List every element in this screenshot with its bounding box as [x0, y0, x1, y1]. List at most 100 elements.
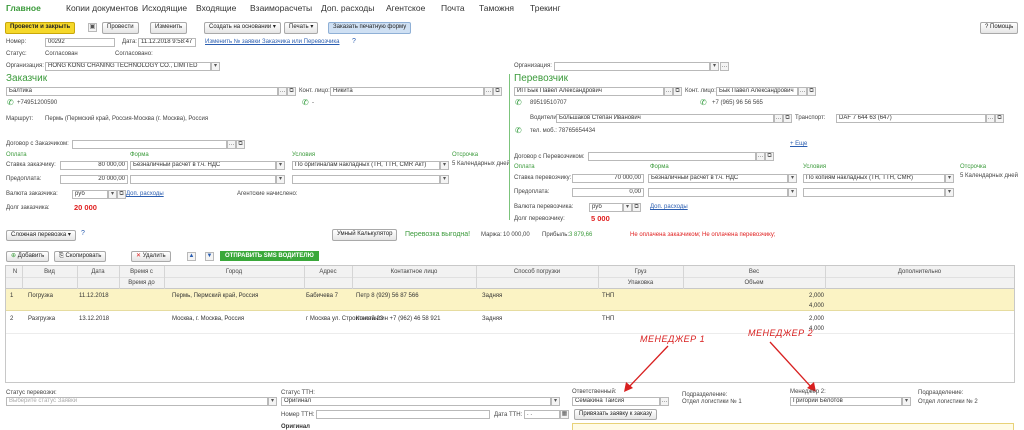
responsible-select[interactable]: …	[660, 397, 669, 406]
carrier-extra-link[interactable]: Доп. расходы	[650, 204, 688, 210]
col-time-to[interactable]: Время до	[119, 280, 164, 286]
customer-form2-field[interactable]	[130, 175, 276, 184]
help-button[interactable]: ? Помощь	[980, 22, 1019, 34]
customer-contract-field[interactable]	[72, 140, 227, 149]
move-down-icon[interactable]: ▼	[205, 252, 214, 261]
col-volume[interactable]: Объем	[683, 280, 825, 286]
ttn-number-field[interactable]	[316, 410, 490, 419]
carrier-form2-dropdown[interactable]: ▾	[788, 188, 797, 197]
col-time-from[interactable]: Время с	[119, 269, 164, 275]
bind-order-button[interactable]: Привязать заявку к заказу	[574, 409, 657, 420]
col-weight[interactable]: Вес	[683, 269, 825, 275]
menu-outgoing[interactable]: Исходящие	[142, 3, 187, 13]
customer-contact-field[interactable]: Никита	[330, 87, 484, 96]
carrier-cond2-dropdown[interactable]: ▾	[945, 188, 954, 197]
complex-help-icon[interactable]: ?	[81, 230, 85, 237]
carrier-contact-field[interactable]: Бык Павел Александрович	[716, 87, 798, 96]
menu-copies[interactable]: Копии документов	[66, 3, 138, 13]
manager2-field[interactable]: Григорий Белотов	[790, 397, 902, 406]
more-drivers-link[interactable]: + Еще	[790, 141, 807, 147]
carrier-contract-select[interactable]: …	[756, 152, 765, 161]
col-pack[interactable]: Упаковка	[598, 280, 683, 286]
carrier-form-dropdown[interactable]: ▾	[788, 174, 797, 183]
transport-status-dropdown[interactable]: ▾	[268, 397, 277, 406]
carrier-prepay-field[interactable]: 0,00	[572, 188, 644, 197]
send-sms-button[interactable]: ОТПРАВИТЬ SMS ВОДИТЕЛЮ	[220, 251, 319, 261]
menu-agent[interactable]: Агентское	[386, 3, 425, 13]
customer-extra-link[interactable]: Доп. расходы	[126, 191, 164, 197]
transport-select[interactable]: …	[986, 114, 995, 123]
col-method[interactable]: Способ погрузки	[476, 269, 598, 275]
edit-button[interactable]: Изменить	[150, 22, 188, 34]
org-dropdown[interactable]: ▾	[211, 62, 220, 71]
complex-transport-button[interactable]: Сложная перевозка ▾	[6, 230, 76, 241]
driver-select[interactable]: …	[774, 114, 783, 123]
customer-contact-select[interactable]: …	[484, 87, 493, 96]
col-city[interactable]: Город	[164, 269, 304, 275]
org2-field[interactable]	[554, 62, 710, 71]
carrier-currency-dropdown[interactable]: ▾	[623, 203, 632, 212]
copy-row-button[interactable]: ⎘ Скопировать	[54, 251, 107, 262]
customer-currency-dropdown[interactable]: ▾	[108, 190, 117, 199]
post-close-button[interactable]: Провести и закрыть	[5, 22, 76, 34]
calendar-icon[interactable]: ▦	[560, 410, 569, 419]
table-row[interactable]: 1 Погрузка 11.12.2018 Пермь, Пермский кр…	[6, 289, 1014, 311]
transport-field[interactable]: DAF 7 644 63 (647)	[836, 114, 986, 123]
carrier-contract-field[interactable]	[588, 152, 756, 161]
col-kind[interactable]: Вид	[22, 269, 77, 275]
delete-row-button[interactable]: ✕ Удалить	[131, 251, 171, 262]
change-number-link[interactable]: Изменить № заявки Заказчика или Перевозч…	[205, 39, 340, 45]
customer-contract-select[interactable]: …	[227, 140, 236, 149]
menu-mail[interactable]: Почта	[441, 3, 465, 13]
move-up-icon[interactable]: ▲	[187, 252, 196, 261]
smart-calc-button[interactable]: Умный Калькулятор	[332, 229, 398, 241]
date-field[interactable]: 11.12.2018 9:58:47	[138, 38, 196, 47]
customer-contact-open-icon[interactable]: ⧉	[493, 87, 502, 96]
carrier-form-field[interactable]: Безналичный расчет в т.ч. НДС	[648, 174, 788, 183]
col-extra[interactable]: Дополнительно	[825, 269, 1014, 275]
carrier-currency-open-icon[interactable]: ⧉	[632, 203, 641, 212]
transport-open-icon[interactable]: ⧉	[995, 114, 1004, 123]
carrier-cond-dropdown[interactable]: ▾	[945, 174, 954, 183]
col-date[interactable]: Дата	[77, 269, 119, 275]
ttn-date-field[interactable]: . .	[524, 410, 560, 419]
customer-prepay-field[interactable]: 20 000,00	[60, 175, 128, 184]
col-address[interactable]: Адрес	[304, 269, 352, 275]
col-n[interactable]: N	[8, 269, 22, 275]
ttn-status-field[interactable]: Оригинал	[281, 397, 551, 406]
customer-currency-open-icon[interactable]: ⧉	[117, 190, 126, 199]
menu-tracking[interactable]: Трекинг	[530, 3, 560, 13]
ttn-status-dropdown[interactable]: ▾	[551, 397, 560, 406]
customer-form2-dropdown[interactable]: ▾	[276, 175, 285, 184]
customer-open-icon[interactable]: ⧉	[287, 87, 296, 96]
org2-select[interactable]: …	[720, 62, 729, 71]
col-cargo[interactable]: Груз	[598, 269, 683, 275]
customer-name-field[interactable]: Балтика	[6, 87, 278, 96]
table-row[interactable]: 2 Разгрузка 13.12.2018 Москва, г. Москва…	[6, 312, 1014, 334]
menu-main[interactable]: Главное	[6, 3, 41, 13]
customer-cond2-field[interactable]	[292, 175, 440, 184]
manager2-dropdown[interactable]: ▾	[902, 397, 911, 406]
carrier-cond2-field[interactable]	[803, 188, 945, 197]
customer-form-dropdown[interactable]: ▾	[276, 161, 285, 170]
customer-name-select[interactable]: …	[278, 87, 287, 96]
carrier-contact-open-icon[interactable]: ⧉	[807, 87, 816, 96]
help-q-icon[interactable]: ?	[352, 38, 356, 45]
post-button[interactable]: Провести	[102, 22, 139, 34]
carrier-rate-field[interactable]: 70 000,00	[572, 174, 644, 183]
customer-contract-open-icon[interactable]: ⧉	[236, 140, 245, 149]
carrier-cond-field[interactable]: По копиям накладных (ТН, ТТН, CMR)	[803, 174, 945, 183]
driver-open-icon[interactable]: ⧉	[783, 114, 792, 123]
responsible-field[interactable]: Семакина Таисия	[572, 397, 660, 406]
carrier-contract-open-icon[interactable]: ⧉	[765, 152, 774, 161]
add-row-button[interactable]: ⊕ Добавить	[6, 251, 50, 262]
col-contact[interactable]: Контактное лицо	[352, 269, 476, 275]
org-field[interactable]: HONG KONG CHANING TECHNOLOGY CO., LIMITE…	[45, 62, 211, 71]
customer-currency-field[interactable]: руб	[72, 190, 108, 199]
create-based-button[interactable]: Создать на основании ▾	[204, 22, 281, 34]
carrier-form2-field[interactable]	[648, 188, 788, 197]
customer-cond2-dropdown[interactable]: ▾	[440, 175, 449, 184]
carrier-open-icon[interactable]: ⧉	[673, 87, 682, 96]
customer-cond-field[interactable]: По оригиналам накладных (ТН, ТТН, CMR Ак…	[292, 161, 440, 170]
menu-settlements[interactable]: Взаиморасчеты	[250, 3, 312, 13]
